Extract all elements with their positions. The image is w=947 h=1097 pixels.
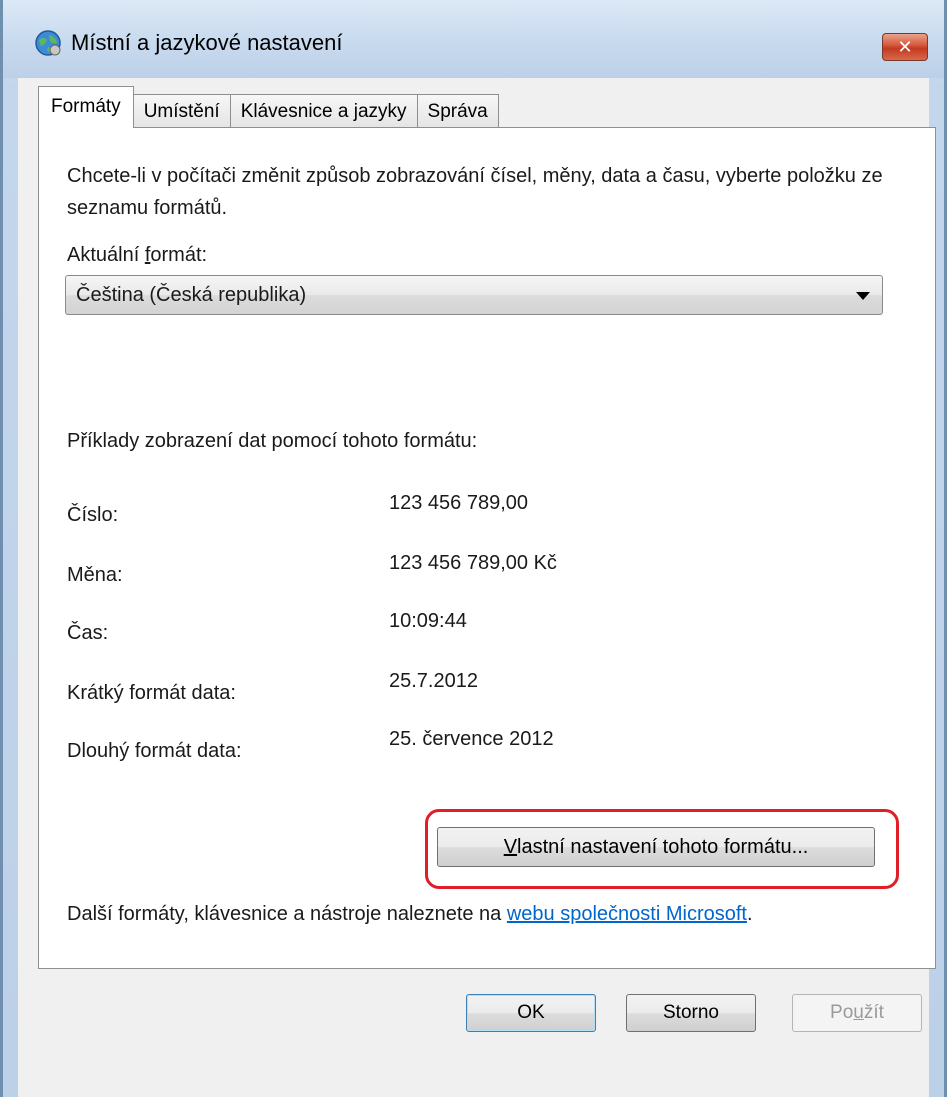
microsoft-web-link[interactable]: webu společnosti Microsoft (507, 903, 747, 925)
current-format-label: Aktuální formát: (67, 244, 208, 266)
apply-button[interactable]: Použít (792, 994, 922, 1032)
close-button[interactable]: ✕ (882, 33, 928, 61)
tab-formats[interactable]: Formáty (38, 86, 134, 128)
intro-text: Chcete-li v počítači změnit způsob zobra… (67, 165, 883, 219)
highlight-annotation (425, 809, 899, 889)
chevron-down-icon (856, 292, 870, 300)
example-label-currency: Měna: (67, 564, 123, 586)
example-value-long-date: 25. července 2012 (389, 728, 554, 750)
title-bar[interactable]: Místní a jazykové nastavení ✕ (3, 0, 944, 78)
footer-text: Další formáty, klávesnice a nástroje nal… (67, 903, 753, 925)
cancel-button[interactable]: Storno (626, 994, 756, 1032)
examples-heading: Příklady zobrazení dat pomocí tohoto for… (67, 430, 478, 452)
example-label-short-date: Krátký formát data: (67, 682, 236, 704)
dialog-window: Místní a jazykové nastavení ✕ Formáty Um… (0, 0, 947, 1097)
formats-panel: Chcete-li v počítači změnit způsob zobra… (38, 127, 936, 969)
example-value-short-date: 25.7.2012 (389, 670, 478, 692)
tab-keyboards-languages[interactable]: Klávesnice a jazyky (229, 94, 418, 128)
close-icon: ✕ (897, 36, 913, 57)
example-label-time: Čas: (67, 622, 109, 644)
tab-location[interactable]: Umístění (132, 94, 231, 128)
example-label-number: Číslo: (67, 504, 119, 526)
globe-icon (35, 30, 61, 56)
tab-strip: Formáty Umístění Klávesnice a jazyky Spr… (38, 86, 499, 128)
example-value-time: 10:09:44 (389, 610, 467, 632)
tab-administrative[interactable]: Správa (416, 94, 499, 128)
dialog-client-area: Formáty Umístění Klávesnice a jazyky Spr… (18, 78, 936, 1097)
example-value-number: 123 456 789,00 (389, 492, 529, 514)
window-title: Místní a jazykové nastavení (71, 30, 343, 55)
format-dropdown[interactable]: Čeština (Česká republika) (65, 275, 883, 315)
example-value-currency: 123 456 789,00 Kč (389, 552, 557, 574)
format-dropdown-value: Čeština (Česká republika) (76, 284, 307, 306)
ok-button[interactable]: OK (466, 994, 596, 1032)
example-label-long-date: Dlouhý formát data: (67, 740, 242, 762)
